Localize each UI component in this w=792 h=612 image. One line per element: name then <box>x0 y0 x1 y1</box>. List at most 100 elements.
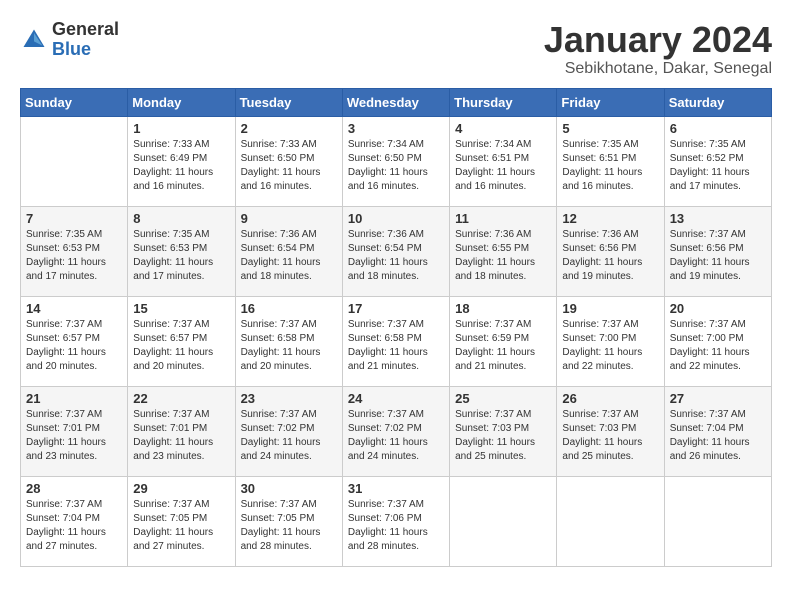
calendar-cell: 22 Sunrise: 7:37 AMSunset: 7:01 PMDayligh… <box>128 386 235 476</box>
calendar-cell: 21Sunrise: 7:37 AMSunset: 7:01 PMDayligh… <box>21 386 128 476</box>
calendar-cell <box>450 476 557 566</box>
calendar-cell: 26Sunrise: 7:37 AMSunset: 7:03 PMDayligh… <box>557 386 664 476</box>
weekday-header: Friday <box>557 88 664 116</box>
day-info: Sunrise: 7:37 AMSunset: 7:06 PMDaylight:… <box>348 498 444 554</box>
day-number: 19 <box>562 301 658 316</box>
day-info: Sunrise: 7:37 AMSunset: 6:56 PMDaylight:… <box>670 228 766 284</box>
title-block: January 2024 Sebikhotane, Dakar, Senegal <box>544 20 772 78</box>
day-number: 2 <box>241 121 337 136</box>
day-info: Sunrise: 7:33 AMSunset: 6:49 PMDaylight:… <box>133 138 229 194</box>
day-number: 14 <box>26 301 122 316</box>
day-number: 18 <box>455 301 551 316</box>
weekday-header: Thursday <box>450 88 557 116</box>
day-number: 24 <box>348 391 444 406</box>
calendar-cell: 9 Sunrise: 7:36 AMSunset: 6:54 PMDaylight… <box>235 206 342 296</box>
calendar-body: 1 Sunrise: 7:33 AMSunset: 6:49 PMDaylight… <box>21 116 772 566</box>
day-number: 13 <box>670 211 766 226</box>
day-info: Sunrise: 7:37 AMSunset: 7:00 PMDaylight:… <box>670 318 766 374</box>
day-number: 5 <box>562 121 658 136</box>
location: Sebikhotane, Dakar, Senegal <box>544 60 772 78</box>
day-info: Sunrise: 7:36 AMSunset: 6:55 PMDaylight:… <box>455 228 551 284</box>
day-number: 9 <box>241 211 337 226</box>
day-info: Sunrise: 7:37 AMSunset: 6:57 PMDaylight:… <box>26 318 122 374</box>
day-number: 23 <box>241 391 337 406</box>
calendar-cell: 15 Sunrise: 7:37 AMSunset: 6:57 PMDayligh… <box>128 296 235 386</box>
calendar-cell: 2 Sunrise: 7:33 AMSunset: 6:50 PMDaylight… <box>235 116 342 206</box>
day-info: Sunrise: 7:33 AMSunset: 6:50 PMDaylight:… <box>241 138 337 194</box>
calendar-week-row: 14 Sunrise: 7:37 AMSunset: 6:57 PMDayligh… <box>21 296 772 386</box>
calendar-cell: 13 Sunrise: 7:37 AMSunset: 6:56 PMDayligh… <box>664 206 771 296</box>
weekday-header: Saturday <box>664 88 771 116</box>
weekday-header: Wednesday <box>342 88 449 116</box>
day-info: Sunrise: 7:35 AMSunset: 6:53 PMDaylight:… <box>133 228 229 284</box>
day-number: 28 <box>26 481 122 496</box>
logo-icon <box>20 26 48 54</box>
day-number: 3 <box>348 121 444 136</box>
day-info: Sunrise: 7:37 AMSunset: 6:57 PMDaylight:… <box>133 318 229 374</box>
logo-blue-text: Blue <box>52 40 119 60</box>
day-info: Sunrise: 7:37 AMSunset: 7:00 PMDaylight:… <box>562 318 658 374</box>
day-info: Sunrise: 7:37 AMSunset: 7:02 PMDaylight:… <box>241 408 337 464</box>
day-number: 22 <box>133 391 229 406</box>
day-number: 6 <box>670 121 766 136</box>
logo-text: General Blue <box>52 20 119 60</box>
calendar-week-row: 28 Sunrise: 7:37 AMSunset: 7:04 PMDayligh… <box>21 476 772 566</box>
day-info: Sunrise: 7:37 AMSunset: 6:58 PMDaylight:… <box>241 318 337 374</box>
day-info: Sunrise: 7:37 AMSunset: 7:05 PMDaylight:… <box>241 498 337 554</box>
day-number: 1 <box>133 121 229 136</box>
day-info: Sunrise: 7:35 AMSunset: 6:53 PMDaylight:… <box>26 228 122 284</box>
calendar-cell: 5 Sunrise: 7:35 AMSunset: 6:51 PMDaylight… <box>557 116 664 206</box>
day-number: 12 <box>562 211 658 226</box>
day-info: Sunrise: 7:35 AMSunset: 6:51 PMDaylight:… <box>562 138 658 194</box>
day-number: 20 <box>670 301 766 316</box>
calendar-cell: 25Sunrise: 7:37 AMSunset: 7:03 PMDayligh… <box>450 386 557 476</box>
calendar-week-row: 21 Sunrise: 7:37 AMSunset: 7:01 PMDayligh… <box>21 386 772 476</box>
day-number: 17 <box>348 301 444 316</box>
day-number: 30 <box>241 481 337 496</box>
weekday-header: Tuesday <box>235 88 342 116</box>
calendar-cell: 29Sunrise: 7:37 AMSunset: 7:05 PMDayligh… <box>128 476 235 566</box>
day-info: Sunrise: 7:34 AMSunset: 6:50 PMDaylight:… <box>348 138 444 194</box>
day-info: Sunrise: 7:37 AMSunset: 7:04 PMDaylight:… <box>26 498 122 554</box>
day-info: Sunrise: 7:37 AMSunset: 7:02 PMDaylight:… <box>348 408 444 464</box>
day-number: 25 <box>455 391 551 406</box>
calendar-header: SundayMondayTuesdayWednesdayThursdayFrid… <box>21 88 772 116</box>
month-title: January 2024 <box>544 20 772 60</box>
day-info: Sunrise: 7:37 AMSunset: 6:59 PMDaylight:… <box>455 318 551 374</box>
calendar-cell: 20 Sunrise: 7:37 AMSunset: 7:00 PMDayligh… <box>664 296 771 386</box>
day-info: Sunrise: 7:36 AMSunset: 6:54 PMDaylight:… <box>241 228 337 284</box>
day-number: 15 <box>133 301 229 316</box>
day-info: Sunrise: 7:37 AMSunset: 7:05 PMDaylight:… <box>133 498 229 554</box>
calendar-cell: 12Sunrise: 7:36 AMSunset: 6:56 PMDayligh… <box>557 206 664 296</box>
day-info: Sunrise: 7:36 AMSunset: 6:54 PMDaylight:… <box>348 228 444 284</box>
day-number: 21 <box>26 391 122 406</box>
day-number: 7 <box>26 211 122 226</box>
calendar-cell: 3 Sunrise: 7:34 AMSunset: 6:50 PMDaylight… <box>342 116 449 206</box>
day-info: Sunrise: 7:35 AMSunset: 6:52 PMDaylight:… <box>670 138 766 194</box>
calendar-cell: 11Sunrise: 7:36 AMSunset: 6:55 PMDayligh… <box>450 206 557 296</box>
day-info: Sunrise: 7:37 AMSunset: 7:04 PMDaylight:… <box>670 408 766 464</box>
calendar-cell <box>21 116 128 206</box>
day-number: 10 <box>348 211 444 226</box>
calendar-cell: 10 Sunrise: 7:36 AMSunset: 6:54 PMDayligh… <box>342 206 449 296</box>
day-number: 27 <box>670 391 766 406</box>
calendar-table: SundayMondayTuesdayWednesdayThursdayFrid… <box>20 88 772 567</box>
day-info: Sunrise: 7:34 AMSunset: 6:51 PMDaylight:… <box>455 138 551 194</box>
calendar-cell: 8Sunrise: 7:35 AMSunset: 6:53 PMDaylight… <box>128 206 235 296</box>
calendar-week-row: 7 Sunrise: 7:35 AMSunset: 6:53 PMDaylight… <box>21 206 772 296</box>
calendar-cell: 17 Sunrise: 7:37 AMSunset: 6:58 PMDayligh… <box>342 296 449 386</box>
calendar-cell: 18 Sunrise: 7:37 AMSunset: 6:59 PMDayligh… <box>450 296 557 386</box>
calendar-cell: 19 Sunrise: 7:37 AMSunset: 7:00 PMDayligh… <box>557 296 664 386</box>
logo: General Blue <box>20 20 119 60</box>
calendar-cell <box>664 476 771 566</box>
calendar-cell: 28 Sunrise: 7:37 AMSunset: 7:04 PMDayligh… <box>21 476 128 566</box>
day-info: Sunrise: 7:37 AMSunset: 6:58 PMDaylight:… <box>348 318 444 374</box>
day-number: 31 <box>348 481 444 496</box>
calendar-cell: 30 Sunrise: 7:37 AMSunset: 7:05 PMDayligh… <box>235 476 342 566</box>
calendar-cell: 23 Sunrise: 7:37 AMSunset: 7:02 PMDayligh… <box>235 386 342 476</box>
day-number: 4 <box>455 121 551 136</box>
day-info: Sunrise: 7:37 AMSunset: 7:01 PMDaylight:… <box>133 408 229 464</box>
logo-general-text: General <box>52 20 119 40</box>
calendar-week-row: 1 Sunrise: 7:33 AMSunset: 6:49 PMDaylight… <box>21 116 772 206</box>
calendar-cell: 4 Sunrise: 7:34 AMSunset: 6:51 PMDaylight… <box>450 116 557 206</box>
